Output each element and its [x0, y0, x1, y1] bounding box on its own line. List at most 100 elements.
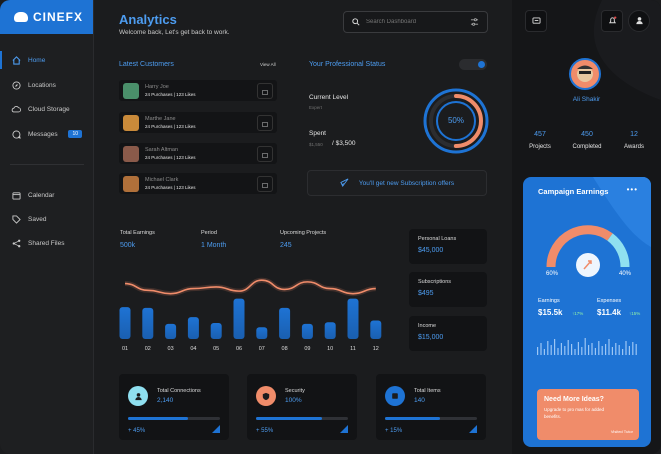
sidebar-item-label: Locations [28, 81, 56, 89]
mini-bar [628, 346, 630, 355]
subscriptions-card[interactable]: Subscriptions $495 [409, 272, 487, 307]
chart-bar[interactable] [370, 320, 382, 339]
sidebar-item-calendar[interactable]: Calendar [0, 184, 94, 206]
sidebar-item-shared-files[interactable]: Shared Files [0, 232, 94, 254]
view-all-link[interactable]: View All [260, 62, 276, 67]
customer-name: Harry Joe [145, 84, 169, 90]
mail-icon [262, 114, 268, 132]
mini-bar [557, 348, 559, 355]
sidebar-item-saved[interactable]: Saved [0, 208, 94, 230]
x-tick-label: 03 [168, 346, 174, 352]
brand[interactable]: CINEFX [0, 0, 93, 34]
customer-meta: 24 Purchases | 123 Likes [145, 155, 196, 160]
chart-bar[interactable] [256, 327, 268, 339]
income-card[interactable]: Income $15,000 [409, 316, 487, 351]
notification-button[interactable] [601, 10, 623, 32]
left-percent: 60% [546, 271, 559, 277]
mail-icon [262, 82, 268, 100]
awards-label: Awards [624, 144, 644, 150]
search-box[interactable] [343, 11, 488, 33]
card-title: Total Items [414, 388, 441, 394]
list-item[interactable]: Marthe Jane 24 Purchases | 123 Likes [119, 112, 277, 133]
mini-bar [601, 346, 603, 355]
status-title: Your Professional Status [309, 61, 386, 68]
chat-button[interactable] [525, 10, 547, 32]
earnings-delta: ↑17% [572, 311, 584, 316]
customer-meta: 24 Purchases | 123 Likes [145, 92, 196, 97]
status-toggle[interactable] [459, 59, 487, 70]
upgrade-promo[interactable]: Need More Ideas? Upgrade to pro mas for … [537, 389, 639, 440]
mini-bar [567, 340, 569, 355]
chart-bar[interactable] [347, 298, 359, 339]
customer-name: Marthe Jane [145, 116, 176, 122]
mini-bar [598, 341, 600, 355]
shield-icon [256, 386, 276, 406]
message-button[interactable] [257, 114, 273, 132]
ring-percent: 50% [447, 116, 464, 125]
personal-loans-card[interactable]: Personal Loans $45,000 [409, 229, 487, 264]
expenses-value: $11.4k [597, 308, 622, 317]
projects-label: Projects [529, 144, 551, 150]
progress-bar [256, 417, 348, 420]
user-icon [128, 386, 148, 406]
chart-bar[interactable] [119, 307, 131, 339]
avatar [123, 145, 139, 162]
chart-bar[interactable] [233, 298, 245, 339]
chart-bar[interactable] [187, 317, 199, 339]
sidebar-item-label: Calendar [28, 191, 55, 199]
security-card[interactable]: Security 100% + 55% [247, 374, 357, 440]
message-button[interactable] [257, 82, 273, 100]
sidebar-item-home[interactable]: Home [0, 49, 94, 71]
chart-bar[interactable] [142, 307, 154, 339]
list-item[interactable]: Harry Joe 24 Purchases | 123 Likes [119, 80, 277, 101]
mini-bar [564, 346, 566, 355]
trend-icon [469, 425, 477, 433]
x-tick-label: 06 [236, 346, 242, 352]
x-tick-label: 10 [327, 346, 333, 352]
x-tick-label: 09 [304, 346, 310, 352]
card-title: Subscriptions [418, 279, 452, 285]
earnings-delta-value: 17% [574, 311, 584, 316]
chart-bar[interactable] [165, 323, 177, 339]
x-tick-label: 01 [122, 346, 128, 352]
trend-icon [340, 425, 348, 433]
card-title: Personal Loans [418, 236, 457, 242]
total-connections-card[interactable]: Total Connections 2,140 + 45% [119, 374, 229, 440]
subscription-offer-button[interactable]: You'll get new Subscription offers [307, 170, 487, 196]
list-item[interactable]: Michael Clark 24 Purchases | 123 Likes [119, 173, 277, 194]
card-title: Total Connections [157, 388, 201, 394]
sidebar-item-locations[interactable]: Locations [0, 74, 94, 96]
message-button[interactable] [257, 175, 273, 192]
x-tick-label: 12 [373, 346, 379, 352]
sidebar-item-label: Shared Files [28, 239, 65, 247]
user-menu-button[interactable] [628, 10, 650, 32]
sidebar-item-label: Messages [28, 130, 58, 138]
chart-bar[interactable] [210, 323, 222, 339]
earnings-value: $15.5k [538, 308, 563, 317]
card-value: $15,000 [418, 334, 444, 341]
sidebar-item-cloud-storage[interactable]: Cloud Storage [0, 98, 94, 120]
sidebar: CINEFX Home Locations Cloud Storage Mess… [0, 0, 94, 454]
toggle-knob [478, 61, 485, 68]
chart-bar[interactable] [279, 307, 291, 339]
chart-bar[interactable] [301, 323, 313, 339]
mini-bar [591, 343, 593, 355]
current-level-value: Expert [309, 105, 323, 110]
right-percent: 40% [619, 271, 632, 277]
chat-icon [532, 12, 541, 30]
filter-icon[interactable] [470, 13, 479, 31]
promo-title: Need More Ideas? [544, 396, 604, 403]
search-input[interactable] [366, 19, 464, 25]
more-options-icon[interactable]: ••• [627, 185, 638, 194]
visited-tutor-button[interactable]: Visited Tutor [611, 429, 633, 434]
list-item[interactable]: Sarah Altman 24 Purchases | 123 Likes [119, 143, 277, 164]
sidebar-item-messages[interactable]: Messages 10 [0, 123, 94, 145]
compass-icon [11, 80, 21, 90]
x-tick-label: 08 [282, 346, 288, 352]
total-items-card[interactable]: Total Items 140 + 15% [376, 374, 486, 440]
profile-avatar[interactable] [569, 58, 601, 90]
message-button[interactable] [257, 145, 273, 162]
mini-bar [608, 339, 610, 355]
chart-bar[interactable] [324, 322, 336, 339]
x-tick-label: 07 [259, 346, 265, 352]
